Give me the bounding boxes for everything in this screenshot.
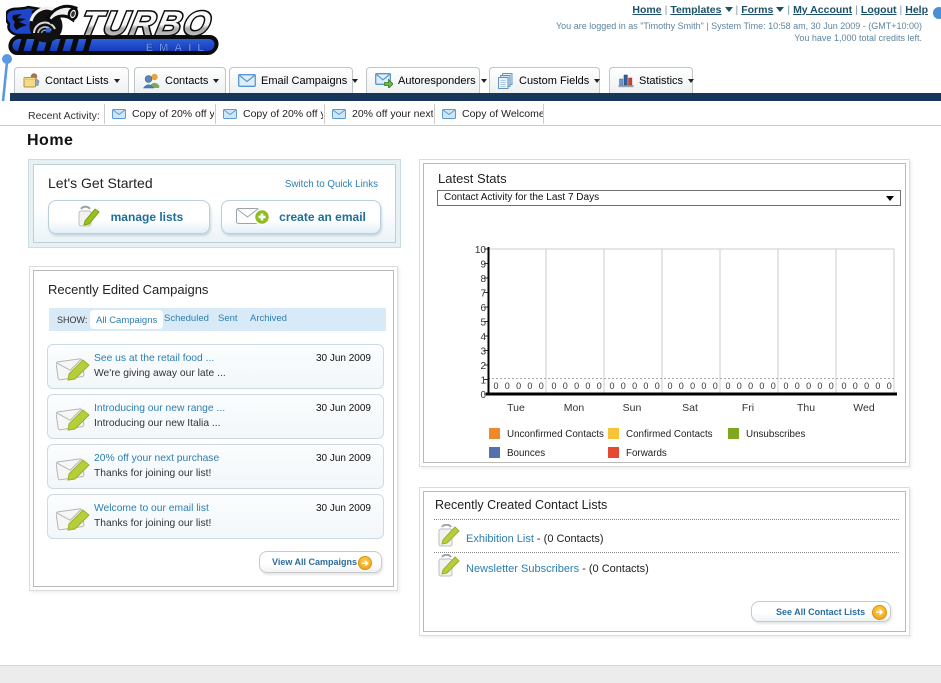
- svg-text:EMAIL: EMAIL: [146, 42, 210, 54]
- svg-text:4: 4: [480, 332, 486, 343]
- svg-text:0: 0: [574, 381, 579, 391]
- svg-text:0: 0: [853, 381, 858, 391]
- svg-text:Mon: Mon: [564, 402, 585, 414]
- svg-text:0: 0: [493, 381, 498, 391]
- svg-text:0: 0: [563, 381, 568, 391]
- svg-text:0: 0: [527, 381, 532, 391]
- svg-text:0: 0: [864, 381, 869, 391]
- svg-text:Tue: Tue: [507, 402, 525, 414]
- svg-text:7: 7: [480, 289, 486, 300]
- svg-text:0: 0: [701, 381, 706, 391]
- svg-text:0: 0: [841, 381, 846, 391]
- svg-text:0: 0: [667, 381, 672, 391]
- svg-text:0: 0: [609, 381, 614, 391]
- svg-text:0: 0: [875, 381, 880, 391]
- svg-text:Fri: Fri: [742, 402, 754, 414]
- svg-text:0: 0: [621, 381, 626, 391]
- svg-text:0: 0: [690, 381, 695, 391]
- svg-text:0: 0: [516, 381, 521, 391]
- svg-text:2: 2: [480, 361, 486, 372]
- svg-text:Sun: Sun: [623, 402, 642, 414]
- svg-text:0: 0: [643, 381, 648, 391]
- svg-text:0: 0: [737, 381, 742, 391]
- svg-text:0: 0: [539, 381, 544, 391]
- svg-text:0: 0: [887, 381, 892, 391]
- svg-text:9: 9: [480, 260, 486, 271]
- svg-text:0: 0: [817, 381, 822, 391]
- svg-text:Unsubscribes: Unsubscribes: [746, 429, 805, 440]
- svg-text:0: 0: [713, 381, 718, 391]
- svg-text:0: 0: [585, 381, 590, 391]
- svg-text:0: 0: [597, 381, 602, 391]
- svg-text:0: 0: [655, 381, 660, 391]
- svg-text:0: 0: [795, 381, 800, 391]
- svg-text:0: 0: [480, 390, 486, 401]
- svg-text:8: 8: [480, 274, 486, 285]
- svg-text:0: 0: [759, 381, 764, 391]
- svg-text:Bounces: Bounces: [507, 448, 545, 459]
- svg-text:0: 0: [679, 381, 684, 391]
- svg-text:6: 6: [480, 303, 486, 314]
- svg-text:Thu: Thu: [797, 402, 815, 414]
- svg-text:Wed: Wed: [853, 402, 875, 414]
- svg-text:0: 0: [632, 381, 637, 391]
- svg-text:0: 0: [748, 381, 753, 391]
- svg-text:0: 0: [505, 381, 510, 391]
- svg-text:0: 0: [551, 381, 556, 391]
- svg-text:0: 0: [771, 381, 776, 391]
- svg-text:0: 0: [725, 381, 730, 391]
- svg-text:0: 0: [806, 381, 811, 391]
- svg-text:1: 1: [480, 376, 486, 387]
- svg-text:0: 0: [783, 381, 788, 391]
- svg-text:10: 10: [475, 245, 487, 256]
- svg-text:Sat: Sat: [682, 402, 698, 414]
- svg-text:0: 0: [829, 381, 834, 391]
- svg-text:Unconfirmed Contacts: Unconfirmed Contacts: [507, 429, 604, 440]
- svg-text:TURBO: TURBO: [77, 5, 216, 43]
- svg-text:Confirmed Contacts: Confirmed Contacts: [626, 429, 713, 440]
- svg-text:Forwards: Forwards: [626, 448, 667, 459]
- svg-text:3: 3: [480, 347, 486, 358]
- svg-text:5: 5: [480, 318, 486, 329]
